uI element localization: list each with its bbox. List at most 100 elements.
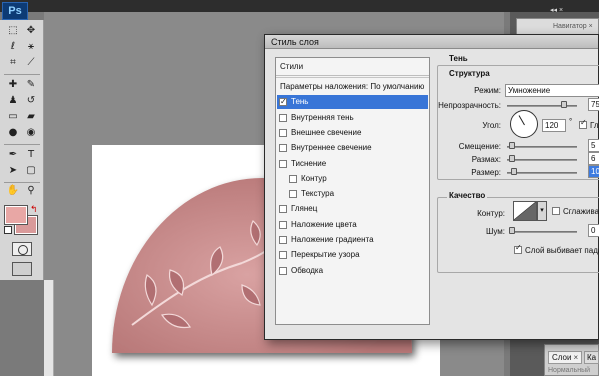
style-checkbox[interactable] bbox=[279, 266, 287, 275]
style-checkbox[interactable] bbox=[289, 190, 297, 199]
distance-input[interactable]: 5 bbox=[588, 139, 599, 152]
knockout-checkbox[interactable] bbox=[514, 243, 522, 254]
style-item[interactable]: Обводка bbox=[277, 264, 428, 278]
close-icon[interactable]: × bbox=[573, 353, 578, 362]
brush-icon[interactable]: ✎ bbox=[23, 78, 39, 92]
style-item[interactable]: Внешнее свечение bbox=[277, 126, 428, 140]
quick-mask-button[interactable] bbox=[12, 242, 32, 256]
style-item-label: Тиснение bbox=[291, 158, 327, 168]
style-item[interactable]: Перекрытие узора bbox=[277, 248, 428, 262]
history-brush-icon[interactable]: ↺ bbox=[23, 94, 39, 108]
style-checkbox[interactable] bbox=[279, 251, 287, 260]
knockout-label: Слой выбивает падаю bbox=[525, 246, 599, 255]
foreground-color-swatch[interactable] bbox=[4, 205, 28, 225]
zoom-icon[interactable]: ⚲ bbox=[23, 184, 39, 198]
global-light-checkbox[interactable] bbox=[579, 118, 587, 129]
blend-mode-select[interactable]: Умножение bbox=[505, 84, 599, 97]
style-checkbox[interactable] bbox=[279, 113, 287, 122]
pen-icon[interactable]: ✒ bbox=[5, 148, 21, 162]
noise-slider-track[interactable] bbox=[509, 231, 577, 233]
type-icon[interactable]: T bbox=[23, 148, 39, 162]
style-item[interactable]: Внутреннее свечение bbox=[277, 141, 428, 155]
contour-preview[interactable] bbox=[513, 201, 537, 221]
style-item-label: Внутреннее свечение bbox=[291, 143, 372, 153]
tab-layers[interactable]: Слои × bbox=[548, 351, 583, 364]
size-slider-thumb[interactable] bbox=[511, 168, 517, 175]
spread-input[interactable]: 6 bbox=[588, 152, 599, 165]
marquee-icon[interactable]: ⬚ bbox=[5, 24, 21, 38]
healing-icon[interactable]: ✚ bbox=[5, 78, 21, 92]
chevron-down-icon[interactable]: ▾ bbox=[537, 201, 547, 221]
style-checkbox[interactable] bbox=[289, 174, 297, 183]
toolbox-divider bbox=[4, 144, 40, 145]
default-colors-icon[interactable] bbox=[4, 226, 12, 234]
style-item[interactable]: Текстура bbox=[277, 187, 428, 201]
style-item[interactable]: Глянец bbox=[277, 202, 428, 216]
global-light-label: Гло bbox=[590, 121, 599, 130]
vertical-ruler bbox=[44, 280, 54, 376]
lasso-icon[interactable]: ℓ bbox=[5, 40, 21, 54]
crop-icon[interactable]: ⌗ bbox=[5, 56, 21, 70]
path-select-icon[interactable]: ➤ bbox=[5, 164, 21, 178]
style-item[interactable]: Внутренняя тень bbox=[277, 111, 428, 125]
style-checkbox[interactable] bbox=[279, 95, 287, 109]
shadow-section-title: Тень bbox=[449, 54, 468, 63]
move-icon[interactable]: ✥ bbox=[23, 24, 39, 38]
eraser-icon[interactable]: ▭ bbox=[5, 110, 21, 124]
angle-input[interactable]: 120 bbox=[542, 119, 566, 132]
styles-divider bbox=[276, 77, 429, 78]
panel-collapse-icon[interactable]: ◂◂ × bbox=[550, 6, 563, 14]
size-slider-track[interactable] bbox=[507, 172, 577, 174]
layer-blend-mode-select[interactable]: Нормальный bbox=[548, 367, 599, 376]
opacity-slider-thumb[interactable] bbox=[561, 101, 567, 108]
style-checkbox[interactable] bbox=[279, 236, 287, 244]
tab-channels[interactable]: Ка bbox=[584, 351, 599, 364]
dodge-icon[interactable]: ◉ bbox=[23, 126, 39, 140]
style-item-label: Обводка bbox=[291, 265, 324, 275]
style-item[interactable]: Наложение градиента bbox=[277, 233, 428, 247]
angle-unit: ° bbox=[569, 117, 573, 126]
clone-stamp-icon[interactable]: ♟ bbox=[5, 94, 21, 108]
noise-label: Шум: bbox=[486, 227, 505, 236]
style-checkbox[interactable] bbox=[279, 159, 287, 168]
magic-wand-icon[interactable]: ⚹ bbox=[23, 40, 39, 54]
size-input[interactable]: 10 bbox=[588, 165, 599, 178]
styles-header[interactable]: Стили bbox=[276, 58, 429, 76]
blur-icon[interactable]: ● bbox=[5, 126, 21, 140]
screen-mode-button[interactable] bbox=[12, 262, 32, 276]
anti-aliased-label: Сглаживан bbox=[563, 207, 599, 216]
spread-slider-thumb[interactable] bbox=[509, 155, 515, 162]
noise-input[interactable]: 0 bbox=[588, 224, 599, 237]
style-item[interactable]: Параметры наложения: По умолчанию bbox=[277, 80, 428, 94]
opacity-input[interactable]: 75 bbox=[588, 98, 599, 111]
anti-aliased-checkbox[interactable] bbox=[552, 207, 560, 215]
style-checkbox[interactable] bbox=[279, 220, 287, 229]
style-item-label: Параметры наложения: По умолчанию bbox=[280, 82, 425, 91]
style-checkbox[interactable] bbox=[279, 205, 287, 214]
style-item[interactable]: Контур bbox=[277, 172, 428, 186]
style-item[interactable]: Тень bbox=[277, 95, 428, 110]
style-checkbox[interactable] bbox=[279, 128, 287, 137]
structure-title: Структура bbox=[447, 69, 492, 78]
style-checkbox[interactable] bbox=[279, 144, 287, 153]
slice-icon[interactable]: ⟋ bbox=[23, 56, 39, 70]
distance-slider-track[interactable] bbox=[507, 146, 577, 148]
navigator-tab[interactable]: Навигатор × bbox=[553, 23, 593, 30]
spread-label: Размах: bbox=[471, 155, 501, 164]
blend-mode-label: Режим: bbox=[474, 86, 501, 95]
shape-icon[interactable]: ▢ bbox=[23, 164, 39, 178]
style-item-label: Глянец bbox=[291, 204, 318, 214]
gradient-icon[interactable]: ▰ bbox=[23, 110, 39, 124]
dialog-title-bar[interactable]: Стиль слоя bbox=[265, 35, 598, 49]
spread-slider-track[interactable] bbox=[507, 159, 577, 161]
style-item-label: Текстура bbox=[301, 189, 335, 199]
toolbox: ⬚ ✥ ℓ ⚹ ⌗ ⟋ ✚ ✎ ♟ ↺ ▭ ▰ ● ◉ ✒ T ➤ ▢ ✋ ⚲ … bbox=[0, 20, 44, 280]
hand-icon[interactable]: ✋ bbox=[5, 184, 21, 198]
style-item[interactable]: Наложение цвета bbox=[277, 218, 428, 232]
angle-dial[interactable] bbox=[510, 110, 538, 138]
style-item[interactable]: Тиснение bbox=[277, 157, 428, 171]
noise-slider-thumb[interactable] bbox=[509, 227, 515, 234]
swap-colors-icon[interactable]: ↰ bbox=[30, 204, 38, 215]
distance-slider-thumb[interactable] bbox=[509, 142, 515, 149]
style-item-label: Внешнее свечение bbox=[291, 127, 362, 137]
